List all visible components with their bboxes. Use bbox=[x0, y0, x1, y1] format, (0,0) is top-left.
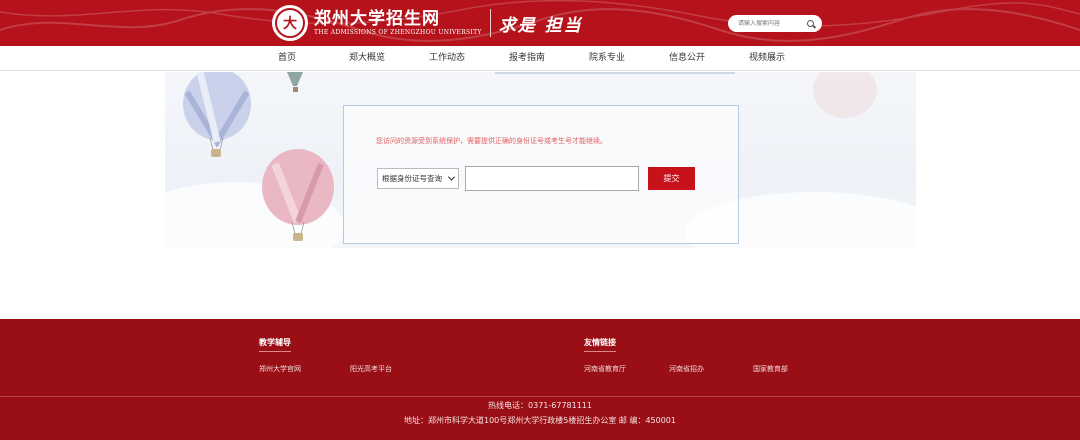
logo-subtitle: THE ADMISSIONS OF ZHENGZHOU UNIVERSITY bbox=[314, 29, 482, 36]
footer-link-edu-dept[interactable]: 河南省教育厅 bbox=[584, 364, 626, 374]
footer-heading-teaching: 教学辅导 bbox=[259, 337, 291, 352]
nav-item-videos[interactable]: 视频展示 bbox=[737, 46, 797, 71]
logo-title: 郑州大学招生网 bbox=[314, 9, 440, 29]
search-input[interactable] bbox=[738, 20, 806, 27]
search-box bbox=[728, 15, 822, 32]
id-number-input[interactable] bbox=[465, 166, 639, 191]
university-emblem-icon: 大 bbox=[272, 5, 308, 41]
footer-divider bbox=[0, 396, 1080, 397]
footer-address: 地址：郑州市科学大道100号郑州大学行政楼5楼招生办公室 邮 编：450001 bbox=[404, 416, 676, 425]
footer-heading-friends: 友情链接 bbox=[584, 337, 616, 352]
footer-hotline: 热线电话：0371-67781111 bbox=[488, 401, 592, 410]
nav-item-disclosure[interactable]: 信息公开 bbox=[657, 46, 717, 71]
query-panel: 您访问的资源受到系统保护，需要提供正确的身份证号或考生号才能继续。 根据身份证号… bbox=[343, 105, 739, 244]
logo-divider bbox=[489, 9, 491, 37]
submit-button[interactable]: 提交 bbox=[648, 167, 695, 190]
nav-item-guide[interactable]: 报考指南 bbox=[497, 46, 557, 71]
site-footer: 教学辅导 郑州大学官网 阳光高考平台 友情链接 河南省教育厅 河南省招办 国家教… bbox=[0, 319, 1080, 440]
search-icon[interactable] bbox=[806, 19, 816, 29]
nav-item-news[interactable]: 工作动态 bbox=[417, 46, 477, 71]
footer-link-moe[interactable]: 国家教育部 bbox=[753, 364, 788, 374]
footer-link-gaokao[interactable]: 阳光高考平台 bbox=[350, 364, 392, 374]
main-nav: 首页 郑大概览 工作动态 报考指南 院系专业 信息公开 视频展示 bbox=[0, 46, 1080, 71]
site-logo[interactable]: 大 郑州大学招生网 THE ADMISSIONS OF ZHENGZHOU UN… bbox=[272, 5, 583, 41]
nav-item-departments[interactable]: 院系专业 bbox=[577, 46, 637, 71]
access-notice: 您访问的资源受到系统保护，需要提供正确的身份证号或考生号才能继续。 bbox=[376, 137, 607, 145]
chevron-down-icon bbox=[447, 173, 456, 181]
nav-item-home[interactable]: 首页 bbox=[257, 46, 317, 71]
query-type-value: 根据身份证号查询 bbox=[382, 174, 442, 183]
query-type-select[interactable]: 根据身份证号查询 bbox=[377, 168, 459, 189]
footer-link-admissions-office[interactable]: 河南省招办 bbox=[669, 364, 704, 374]
site-header: 大 郑州大学招生网 THE ADMISSIONS OF ZHENGZHOU UN… bbox=[0, 0, 1080, 46]
nav-item-overview[interactable]: 郑大概览 bbox=[337, 46, 397, 71]
motto: 求是 担当 bbox=[498, 15, 583, 36]
footer-link-zzu[interactable]: 郑州大学官网 bbox=[259, 364, 301, 374]
